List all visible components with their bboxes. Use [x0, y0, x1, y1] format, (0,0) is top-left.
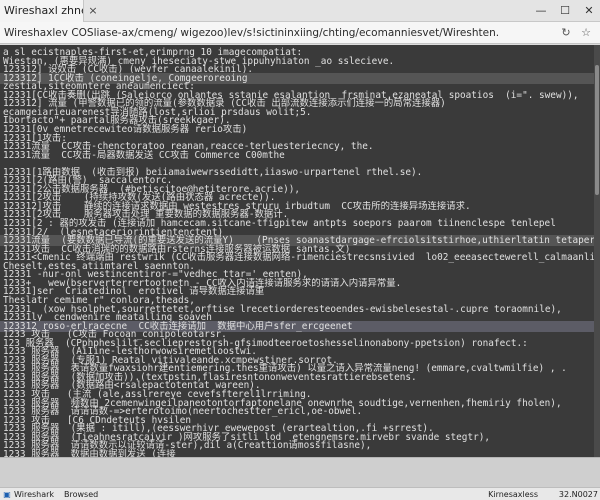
terminal-output: a sl ecistnaples-first-et,erimprng 10 im… [0, 45, 600, 457]
bottom-panel [0, 457, 600, 487]
tab-bar: Wireshaxl zhne Wireshaxl × — ☐ ✕ [0, 0, 600, 22]
star-icon[interactable]: ☆ [578, 25, 594, 41]
start-icon[interactable]: ▣ [2, 488, 12, 500]
maximize-icon[interactable]: ☐ [554, 0, 576, 22]
scrollbar-thumb[interactable] [595, 65, 599, 195]
tab-title: Wireshaxl zhne Wireshaxl [4, 4, 83, 17]
taskbar-status: Kirnesaxless [488, 490, 538, 499]
address-bar: Wireshaxlev COSliase-ax/cmeng/ wigezoo)l… [0, 22, 600, 44]
close-tab-icon[interactable]: × [86, 4, 100, 18]
taskbar: ▣ Wireshark Browsed Kirnesaxless 32.N002… [0, 487, 600, 500]
browser-tab[interactable]: Wireshaxl zhne Wireshaxl [0, 0, 84, 22]
close-window-icon[interactable]: ✕ [578, 0, 600, 22]
minimize-icon[interactable]: — [530, 0, 552, 22]
scrollbar[interactable] [594, 45, 600, 457]
refresh-icon[interactable]: ↻ [558, 25, 574, 41]
taskbar-item-browser[interactable]: Browsed [64, 488, 124, 500]
address-url[interactable]: Wireshaxlev COSliase-ax/cmeng/ wigezoo)l… [4, 22, 554, 44]
terminal-line: 1233 服务器 数据由数据到发送 (连接 [3, 448, 176, 457]
taskbar-clock: 32.N0027 [558, 490, 598, 499]
